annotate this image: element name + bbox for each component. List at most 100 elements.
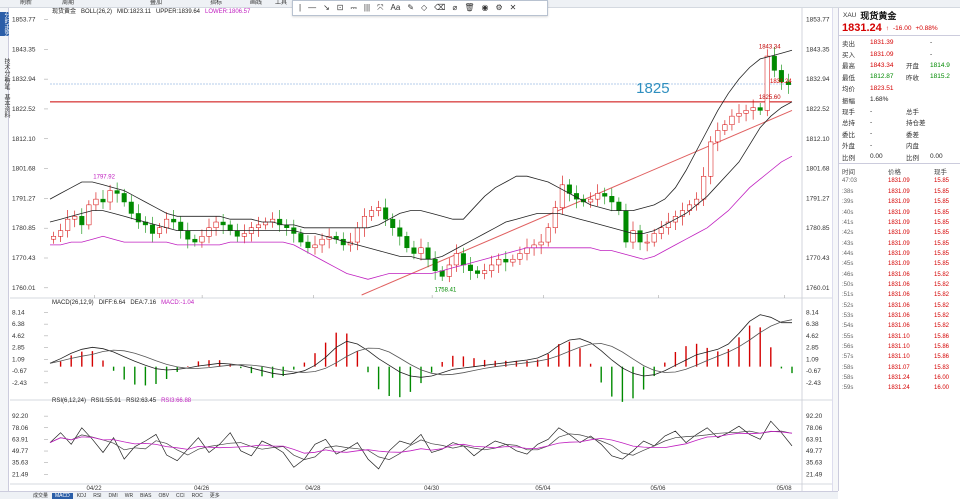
y-tick-left: 1760.01 — [12, 285, 36, 292]
price-annotation: 1758.41 — [435, 287, 457, 293]
y-tick-right: 1791.27 — [806, 195, 830, 202]
quote-row: 现手 - 总手 — [839, 105, 960, 117]
candle-body — [559, 184, 565, 208]
indicator-tab[interactable]: 成交量 — [30, 493, 51, 499]
eraser-icon[interactable]: ⌫ — [432, 2, 447, 14]
quote-stats: 卖出 1831.39 - 买入 1831.09 - 最高 1843.34 开盘 1814.94 最低… — [839, 37, 960, 162]
tick-volume: 15.82 — [934, 292, 950, 299]
candle-body — [750, 107, 756, 111]
tick-time: :44s — [842, 250, 854, 257]
quote-value: - — [870, 130, 873, 138]
indicator-tab[interactable]: BIAS — [137, 493, 154, 499]
legend-entry: RSI3:66.88 — [161, 398, 192, 404]
top-menu-item[interactable]: 刷新 — [20, 0, 32, 7]
ray-tool-icon[interactable]: ↘ — [321, 2, 332, 14]
left-tab[interactable]: 分时走势 — [0, 12, 9, 36]
tick-row: 47:03 1831.09 15.85 — [839, 176, 960, 186]
channel-tool-icon[interactable]: ⎓ — [348, 2, 358, 14]
quote-label-2: 持仓差 — [906, 120, 926, 128]
y-tick-left: 35.63 — [12, 460, 29, 467]
eye-icon[interactable]: ◉ — [479, 2, 490, 14]
last-price: 1831.24 — [842, 22, 882, 34]
fibonacci-icon[interactable]: ⤧ — [375, 2, 385, 14]
candle-body — [107, 190, 113, 203]
quote-value: 1812.87 — [870, 73, 894, 81]
candle-body — [517, 253, 523, 260]
quote-panel: XAU 现货黄金 1831.24 ↑ -16.00 +0.88% 卖出 1831.… — [838, 8, 960, 491]
candle-body — [255, 224, 261, 229]
quote-row: 最低 1812.87 昨收 1815.24 — [839, 71, 960, 82]
candle-body — [361, 216, 367, 229]
tick-volume: 15.86 — [934, 343, 950, 350]
indicator-tab[interactable]: WR — [122, 493, 136, 499]
top-menu-item[interactable]: 周期 — [62, 0, 74, 7]
legend-entry: RSI(6,12,24) — [52, 398, 87, 404]
tick-row: :43s 1831.09 15.85 — [839, 238, 960, 248]
y-tick-right: 21.49 — [806, 471, 823, 478]
indicator-tab[interactable]: MACD — [52, 492, 73, 499]
circle-icon[interactable]: ⌀ — [450, 2, 459, 14]
y-tick-left: 6.38 — [12, 321, 25, 328]
y-tick-left: 1801.68 — [12, 166, 36, 173]
y-tick-right: 1760.01 — [806, 285, 830, 292]
y-tick-right: 2.85 — [806, 345, 819, 352]
top-menu-item[interactable]: 叠加 — [150, 0, 162, 7]
quote-value: - — [870, 141, 873, 149]
price-annotation: 1825.60 — [759, 95, 781, 101]
quote-value: 1.68% — [870, 96, 889, 104]
tick-volume: 15.86 — [934, 333, 950, 340]
tick-time: :38s — [842, 188, 854, 195]
candle-body — [100, 198, 106, 203]
indicator-tab[interactable]: CCI — [173, 493, 188, 499]
text-tool-icon[interactable]: Aa — [389, 2, 403, 14]
trend-line[interactable] — [361, 109, 793, 296]
candle-body — [432, 258, 438, 271]
indicator-tab[interactable]: RSI — [90, 493, 104, 499]
tick-row: :46s 1831.06 15.82 — [839, 269, 960, 279]
indicator-tab[interactable]: ROC — [189, 493, 206, 499]
shape-icon[interactable]: ◇ — [419, 2, 429, 14]
settings-gear-icon[interactable]: ⚙ — [493, 2, 504, 14]
top-menu-item[interactable]: 工具 — [275, 0, 287, 7]
indicator-tab[interactable]: OBV — [155, 493, 172, 499]
pencil-icon[interactable]: ✎ — [405, 2, 416, 14]
parallel-lines-icon[interactable]: ||| — [362, 2, 372, 14]
rsi-legend: RSI(6,12,24) RSI1:55.91 RSI2:63.45 RSI3:66.… — [52, 398, 196, 405]
line-tool-icon[interactable]: — — [306, 2, 318, 14]
close-icon[interactable]: ✕ — [508, 2, 519, 14]
quote-row: 最高 1843.34 开盘 1814.94 — [839, 60, 960, 71]
left-tab[interactable]: 基本资料 — [0, 94, 9, 118]
quote-row: 总持 - 持仓差 — [839, 117, 960, 128]
tick-price: 1831.10 — [888, 333, 910, 340]
main-legend: 现货黄金 BOLL(26,2) MID:1823.11 UPPER:1839.64 LO… — [52, 9, 255, 16]
indicator-tab[interactable]: DMI — [106, 493, 121, 499]
symbol-code: XAU — [843, 11, 857, 19]
left-tab[interactable]: 分笔 — [0, 78, 9, 90]
tick-time: :53s — [842, 312, 854, 319]
candle-body — [199, 236, 205, 243]
tick-volume: 15.85 — [934, 199, 950, 206]
quote-label-2: 总手 — [906, 109, 919, 117]
y-tick-left: 63.91 — [12, 436, 29, 443]
candle-body — [503, 258, 509, 263]
top-menu-item[interactable]: 指标 — [210, 0, 222, 7]
candle-body — [305, 241, 311, 249]
rectangle-tool-icon[interactable]: ⊡ — [335, 2, 346, 14]
tick-price: 1831.06 — [888, 292, 910, 299]
tick-volume: 15.82 — [934, 281, 950, 288]
candle-body — [482, 270, 488, 274]
candle-body — [460, 253, 466, 266]
y-tick-left: 8.14 — [12, 309, 25, 316]
chart-area[interactable]: 1853.77 1853.77 1843.35 1843.35 1832.94 1832.… — [10, 8, 832, 491]
candle-body — [263, 221, 269, 226]
quote-row: 委比 - 委差 — [839, 128, 960, 139]
tick-time: :59s — [842, 385, 854, 392]
top-menu-item[interactable]: 画线 — [250, 0, 262, 7]
indicator-tab[interactable]: KDJ — [74, 493, 89, 499]
indicator-tab[interactable]: 更多 — [207, 493, 223, 499]
tick-price: 1831.10 — [888, 343, 910, 350]
candle-body — [149, 224, 155, 234]
tick-row: :59s 1831.24 16.00 — [839, 383, 960, 393]
tick-price: 1831.09 — [888, 261, 910, 268]
trash-icon[interactable]: 🗑 — [462, 2, 476, 14]
